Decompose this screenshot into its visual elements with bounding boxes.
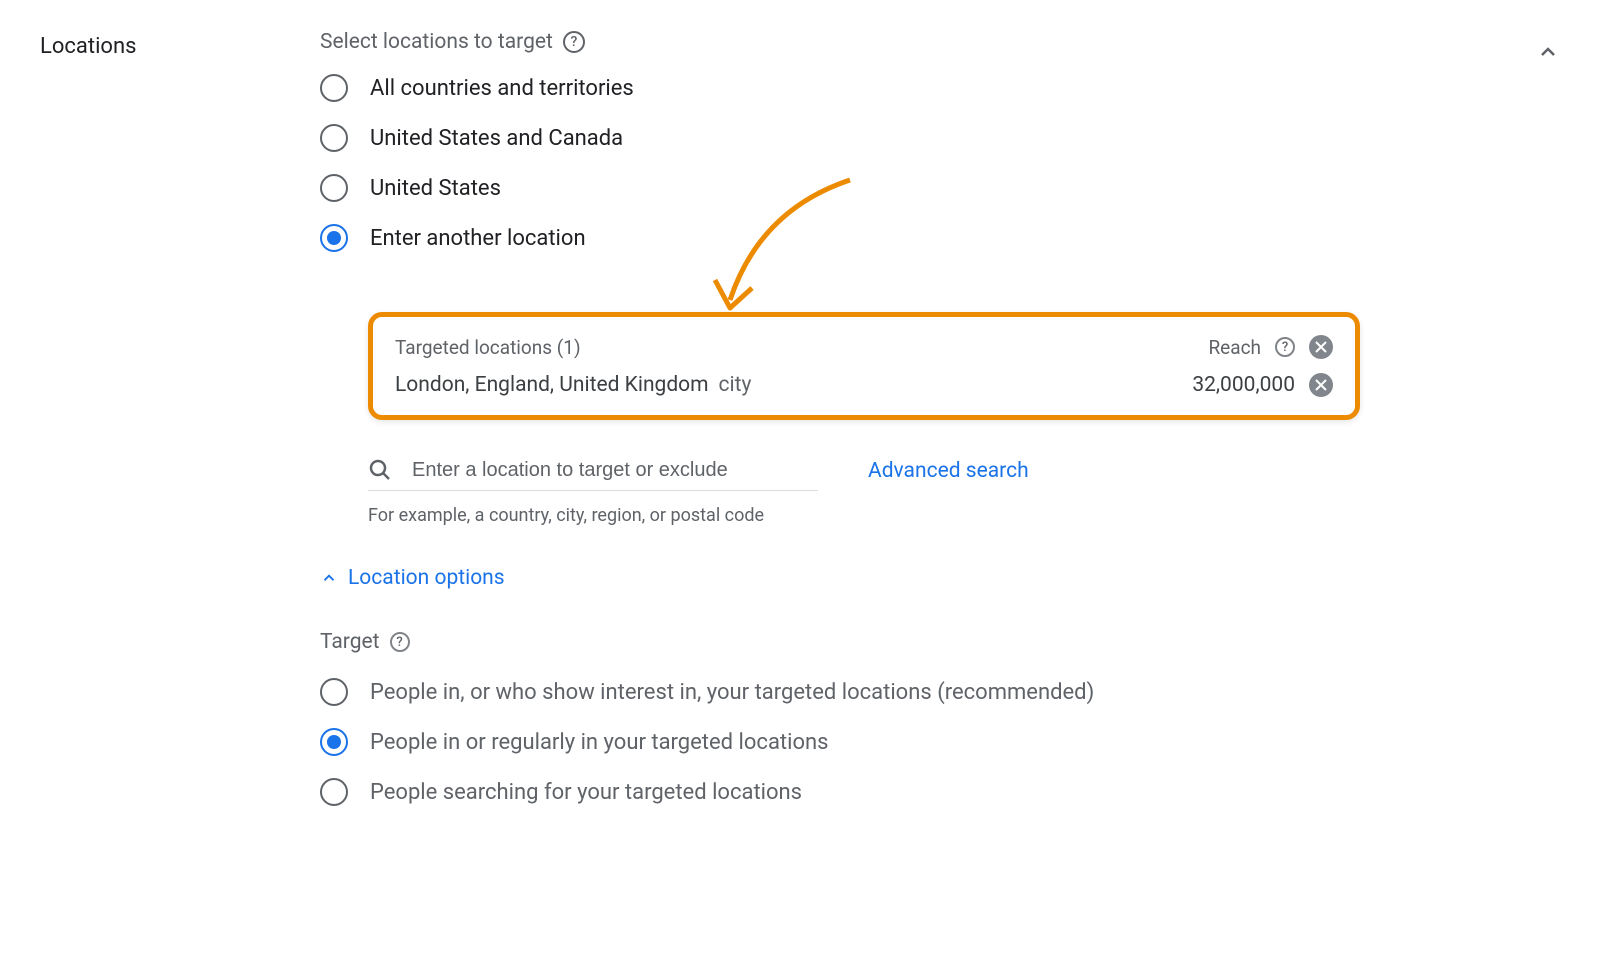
- radio-us[interactable]: United States: [320, 174, 1360, 202]
- radio-label: United States and Canada: [370, 126, 623, 151]
- radio-button[interactable]: [320, 174, 348, 202]
- location-type: city: [719, 373, 752, 397]
- remove-location-button[interactable]: [1309, 373, 1333, 397]
- collapse-section-button[interactable]: [1536, 40, 1560, 68]
- targeted-locations-box: Targeted locations (1) Reach ? London, E…: [368, 312, 1360, 420]
- chevron-up-icon: [320, 569, 338, 587]
- targeted-locations-header: Targeted locations (1): [395, 336, 581, 359]
- radio-target-regularly-in[interactable]: People in or regularly in your targeted …: [320, 728, 1360, 756]
- radio-label: People searching for your targeted locat…: [370, 780, 802, 805]
- remove-all-button[interactable]: [1309, 335, 1333, 359]
- advanced-search-link[interactable]: Advanced search: [868, 459, 1029, 483]
- reach-label: Reach: [1208, 336, 1261, 359]
- radio-label: Enter another location: [370, 226, 586, 251]
- location-search-input[interactable]: [412, 459, 818, 482]
- search-example-text: For example, a country, city, region, or…: [368, 505, 1360, 526]
- radio-button[interactable]: [320, 74, 348, 102]
- radio-button[interactable]: [320, 124, 348, 152]
- target-header: Target: [320, 630, 380, 654]
- radio-label: All countries and territories: [370, 76, 634, 101]
- radio-label: United States: [370, 176, 501, 201]
- radio-button[interactable]: [320, 728, 348, 756]
- target-radio-group: People in, or who show interest in, your…: [320, 678, 1360, 806]
- location-search-field[interactable]: [368, 450, 818, 491]
- location-options-toggle[interactable]: Location options: [320, 566, 1360, 590]
- radio-us-canada[interactable]: United States and Canada: [320, 124, 1360, 152]
- help-icon[interactable]: ?: [563, 31, 585, 53]
- subheader-text: Select locations to target: [320, 30, 553, 54]
- help-icon[interactable]: ?: [390, 632, 410, 652]
- chevron-up-icon: [1536, 40, 1560, 64]
- radio-enter-another[interactable]: Enter another location: [320, 224, 1360, 252]
- location-options-label: Location options: [348, 566, 505, 590]
- location-radio-group: All countries and territories United Sta…: [320, 74, 1360, 252]
- close-icon: [1315, 379, 1327, 391]
- close-icon: [1315, 341, 1327, 353]
- radio-label: People in or regularly in your targeted …: [370, 730, 829, 755]
- radio-label: People in, or who show interest in, your…: [370, 680, 1094, 705]
- help-icon[interactable]: ?: [1275, 337, 1295, 357]
- radio-button[interactable]: [320, 678, 348, 706]
- section-title: Locations: [40, 30, 280, 806]
- reach-value: 32,000,000: [1192, 373, 1295, 397]
- location-name: London, England, United Kingdom: [395, 373, 709, 397]
- radio-button[interactable]: [320, 224, 348, 252]
- radio-all-countries[interactable]: All countries and territories: [320, 74, 1360, 102]
- radio-button[interactable]: [320, 778, 348, 806]
- radio-target-interest[interactable]: People in, or who show interest in, your…: [320, 678, 1360, 706]
- radio-target-searching[interactable]: People searching for your targeted locat…: [320, 778, 1360, 806]
- search-icon: [368, 458, 392, 482]
